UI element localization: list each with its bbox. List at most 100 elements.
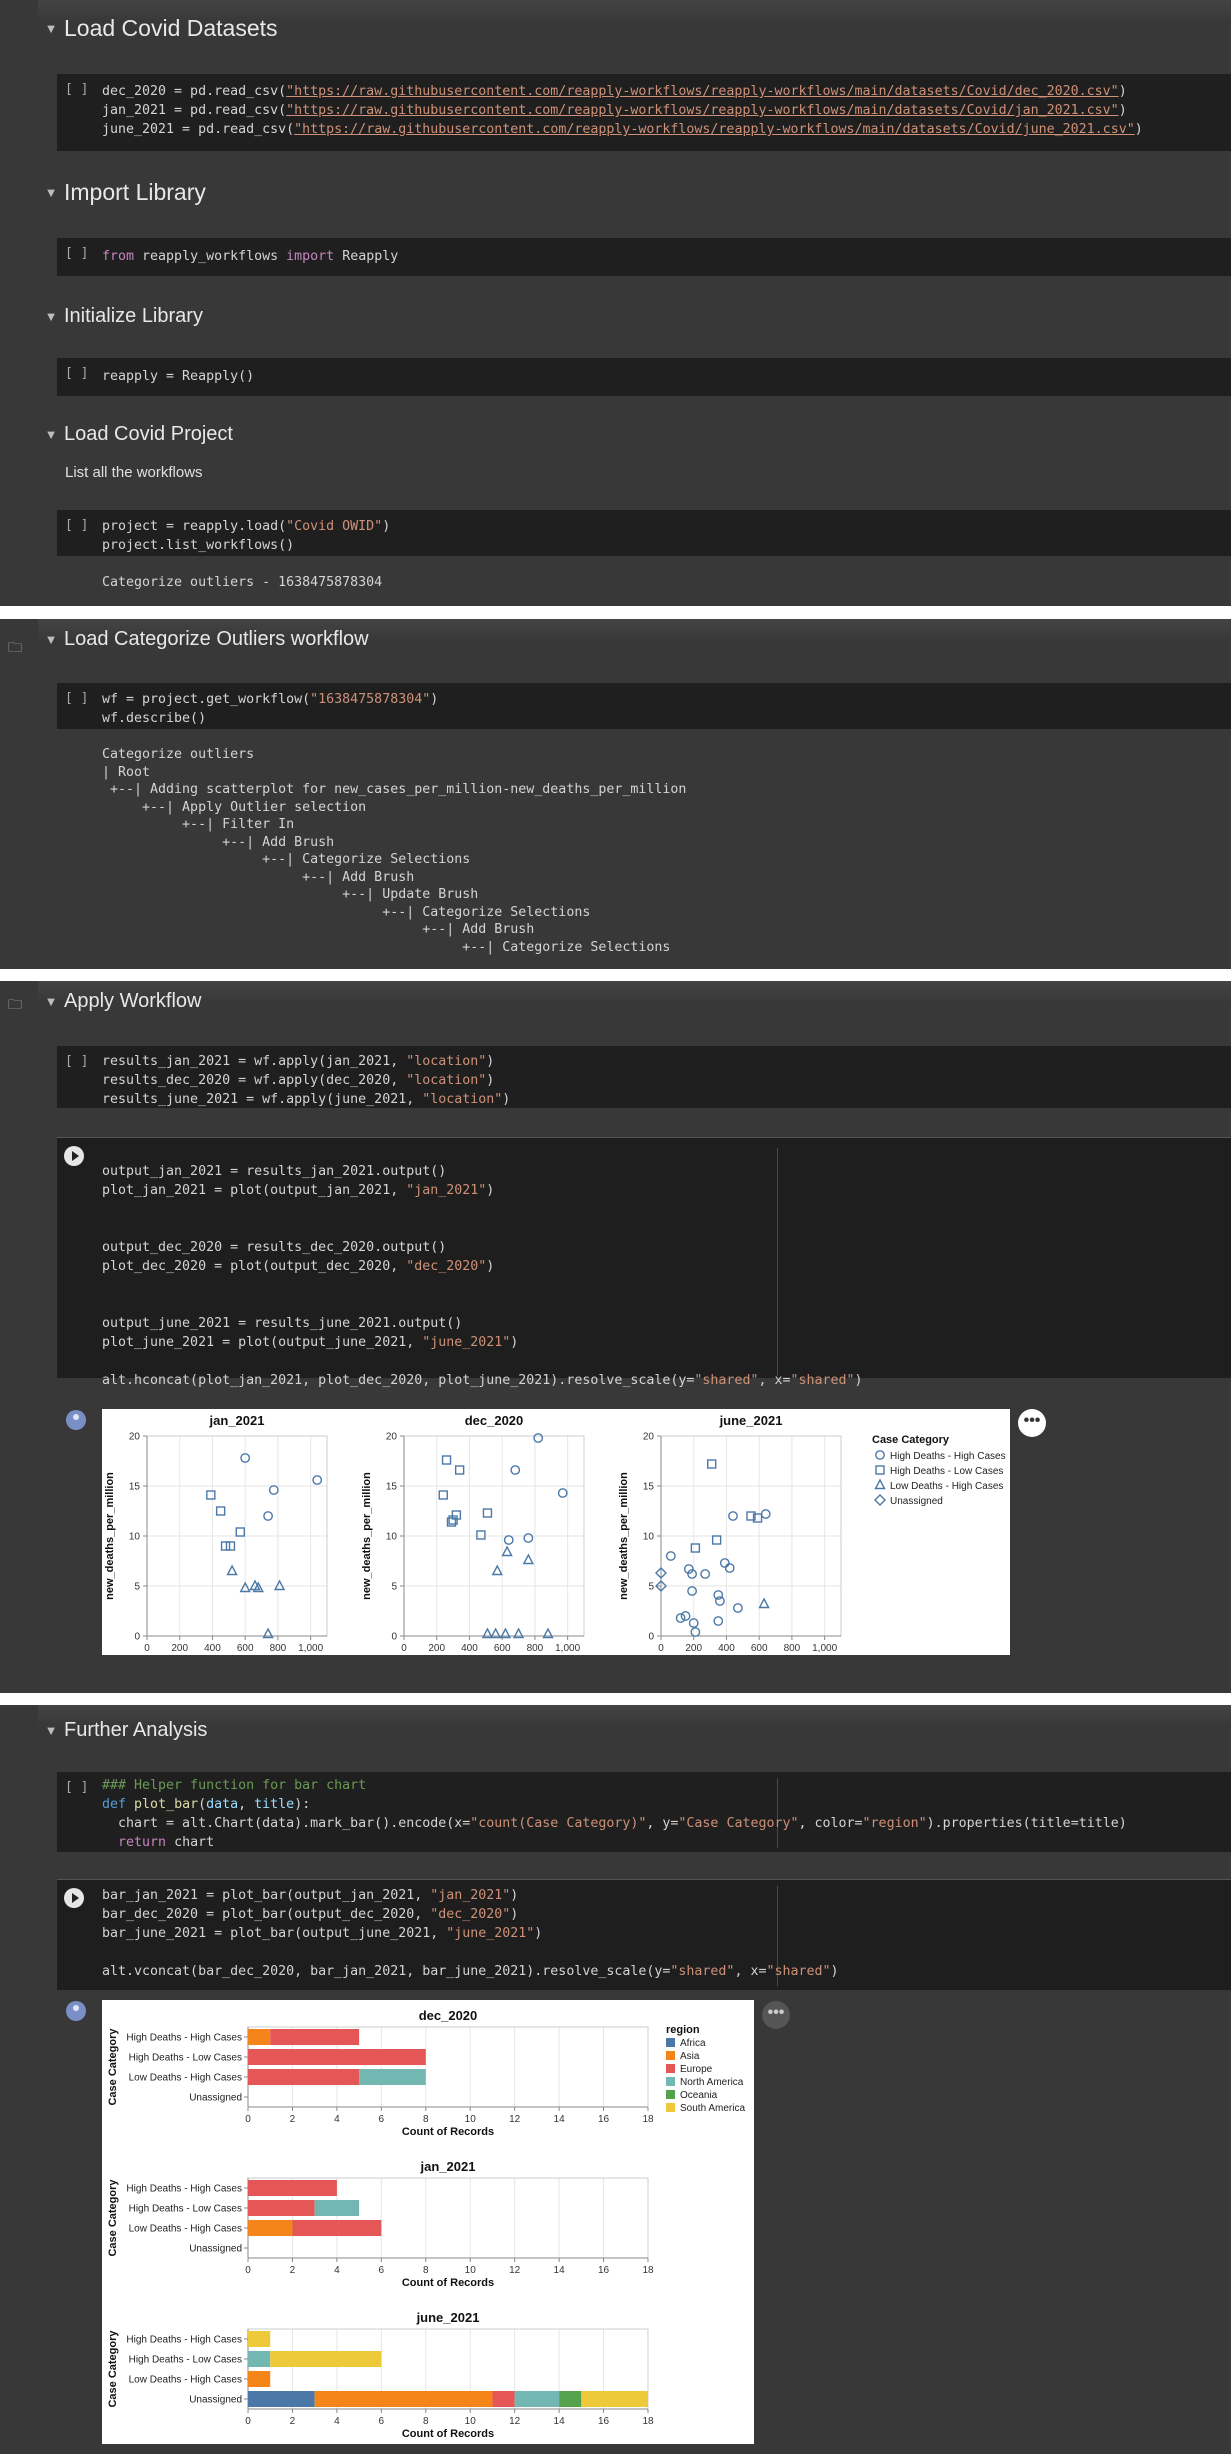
code-cell-project[interactable]: [ ] project = reapply.load("Covid OWID")… <box>57 510 1231 556</box>
code-cell-plot[interactable]: output_jan_2021 = results_jan_2021.outpu… <box>57 1137 1231 1388</box>
code-cell-workflow[interactable]: [ ] wf = project.get_workflow("163847587… <box>57 683 1231 729</box>
scatter-point <box>476 1530 486 1540</box>
section-header-load-datasets[interactable]: ▼ Load Covid Datasets <box>38 8 278 48</box>
collapse-triangle-icon[interactable]: ▼ <box>38 185 64 200</box>
code-block[interactable]: results_jan_2021 = wf.apply(jan_2021, "l… <box>102 1052 510 1109</box>
run-bracket[interactable]: [ ] <box>65 1780 88 1795</box>
run-bracket[interactable]: [ ] <box>65 246 88 261</box>
code-block[interactable]: output_jan_2021 = results_jan_2021.outpu… <box>102 1162 863 1390</box>
run-bracket[interactable]: [ ] <box>65 691 88 706</box>
folder-icon[interactable]: 🗀 <box>8 994 22 1018</box>
code-block[interactable]: wf = project.get_workflow("1638475878304… <box>102 690 438 728</box>
bar-segment <box>248 2180 337 2196</box>
collapse-triangle-icon[interactable]: ▼ <box>38 427 64 442</box>
y-tick-label: 0 <box>134 1632 140 1643</box>
x-tick-label: 6 <box>379 2416 385 2427</box>
y-tick-label: Low Deaths - High Cases <box>129 2073 242 2084</box>
legend-swatch <box>666 2090 675 2099</box>
cell-fade <box>38 1705 1231 1727</box>
scatter-point <box>268 1485 279 1495</box>
x-tick-label: 0 <box>144 1643 150 1654</box>
bar-chart-output: 0 2 4 6 8 10 12 14 16 18 High Deaths - High Cases H… <box>102 2000 754 2444</box>
code-cell-import[interactable]: [ ] from reapply_workflows import Reappl… <box>57 238 1231 276</box>
code-line: wf = project.get_workflow("1638475878304… <box>102 692 439 707</box>
bar-segment <box>492 2391 515 2407</box>
section-header-import-library[interactable]: ▼ Import Library <box>38 172 206 212</box>
code-block[interactable]: reapply = Reapply() <box>102 367 254 386</box>
legend-label: High Deaths - Low Cases <box>890 1466 1003 1477</box>
section-header-load-project[interactable]: ▼ Load Covid Project <box>38 414 233 454</box>
legend-symbol <box>875 1465 885 1475</box>
run-cell-button[interactable] <box>64 1146 84 1166</box>
collapse-triangle-icon[interactable]: ▼ <box>38 1723 64 1738</box>
section-header-load-workflow[interactable]: ▼ Load Categorize Outliers workflow <box>38 619 369 659</box>
section-title: Import Library <box>64 178 206 205</box>
legend-label: Low Deaths - High Cases <box>890 1481 1003 1492</box>
code-line: chart = alt.Chart(data).mark_bar().encod… <box>102 1816 1127 1831</box>
scatter-point <box>733 1603 743 1613</box>
collapse-triangle-icon[interactable]: ▼ <box>38 994 64 1009</box>
output-line: Categorize outliers <box>102 747 255 762</box>
output-line: +--| Add Brush <box>102 922 535 937</box>
code-block[interactable]: bar_jan_2021 = plot_bar(output_jan_2021,… <box>102 1886 839 1981</box>
bar-segment <box>248 2391 315 2407</box>
collapse-triangle-icon[interactable]: ▼ <box>38 21 64 36</box>
more-options-button[interactable]: ••• <box>762 2001 790 2029</box>
scatter-point <box>700 1569 711 1579</box>
more-options-button[interactable]: ••• <box>1018 1409 1046 1437</box>
bar-panel: 0 2 4 6 8 10 12 14 16 18 High Deaths - High Cases H… <box>107 2008 654 2138</box>
collapse-triangle-icon[interactable]: ▼ <box>38 632 64 647</box>
code-line: output_dec_2020 = results_dec_2020.outpu… <box>102 1240 447 1255</box>
code-block[interactable]: ### Helper function for bar chart def pl… <box>102 1776 1127 1852</box>
run-bracket[interactable]: [ ] <box>65 82 88 97</box>
code-cell-init[interactable]: [ ] reapply = Reapply() <box>57 358 1231 396</box>
bar-segment <box>248 2331 271 2347</box>
workflow-tree-output: Categorize outliers | Root +--| Adding sc… <box>102 746 686 956</box>
scatter-plot-output: 02004006008001,00005101520jan_2021new_ca… <box>102 1409 1010 1667</box>
code-cell-helper[interactable]: [ ] ### Helper function for bar chart de… <box>57 1772 1231 1852</box>
scatter-point <box>226 1564 238 1576</box>
bar-segment <box>292 2220 382 2236</box>
folder-icon[interactable]: 🗀 <box>8 637 22 661</box>
scatter-point <box>713 1616 724 1626</box>
code-block[interactable]: project = reapply.load("Covid OWID") pro… <box>102 517 390 555</box>
x-tick-label: 10 <box>465 2114 477 2125</box>
x-tick-label: 400 <box>204 1643 221 1654</box>
code-block[interactable]: dec_2020 = pd.read_csv("https://raw.gith… <box>102 82 1143 139</box>
x-tick-label: 0 <box>245 2114 251 2125</box>
legend-swatch <box>666 2064 675 2073</box>
section-title: Further Analysis <box>64 1718 208 1741</box>
x-tick-label: 600 <box>751 1643 768 1654</box>
code-block[interactable]: from reapply_workflows import Reapply <box>102 247 398 266</box>
run-bracket[interactable]: [ ] <box>65 1054 88 1069</box>
notebook-block-2: 🗀 ▼ Load Categorize Outliers workflow [ … <box>0 619 1231 969</box>
bar-segment <box>559 2391 582 2407</box>
legend-label: Africa <box>680 2038 706 2049</box>
legend-symbol <box>874 1478 886 1490</box>
run-bracket[interactable]: [ ] <box>65 366 88 381</box>
output-line: +--| Add Brush <box>102 834 335 850</box>
chart-title: dec_2020 <box>419 2008 478 2023</box>
section-divider <box>0 969 1231 981</box>
output-line: +--| Apply Outlier selection <box>102 799 367 815</box>
code-cell-bars[interactable]: bar_jan_2021 = plot_bar(output_jan_2021,… <box>57 1879 1231 1990</box>
y-tick-label: 0 <box>648 1632 654 1643</box>
x-tick-label: 8 <box>423 2114 429 2125</box>
scatter-point <box>557 1488 568 1498</box>
y-axis-label: new_deaths_per_million <box>104 1472 116 1600</box>
code-line: jan_2021 = pd.read_csv("https://raw.gith… <box>102 103 1127 118</box>
scatter-point <box>675 1613 686 1623</box>
code-line: results_dec_2020 = wf.apply(dec_2020, "l… <box>102 1073 495 1088</box>
scatter-point <box>690 1627 701 1637</box>
section-title: Load Categorize Outliers workflow <box>64 627 369 650</box>
code-cell-apply[interactable]: [ ] results_jan_2021 = wf.apply(jan_2021… <box>57 1046 1231 1108</box>
x-tick-label: 1,000 <box>555 1643 580 1654</box>
section-header-further-analysis[interactable]: ▼ Further Analysis <box>38 1710 208 1750</box>
section-header-apply-workflow[interactable]: ▼ Apply Workflow <box>38 981 202 1021</box>
run-bracket[interactable]: [ ] <box>65 518 88 533</box>
collapse-triangle-icon[interactable]: ▼ <box>38 309 64 324</box>
code-cell-datasets[interactable]: [ ] dec_2020 = pd.read_csv("https://raw.… <box>57 74 1231 151</box>
y-tick-label: Low Deaths - High Cases <box>129 2224 242 2235</box>
run-cell-button[interactable] <box>64 1888 84 1908</box>
section-header-initialize-library[interactable]: ▼ Initialize Library <box>38 296 203 336</box>
